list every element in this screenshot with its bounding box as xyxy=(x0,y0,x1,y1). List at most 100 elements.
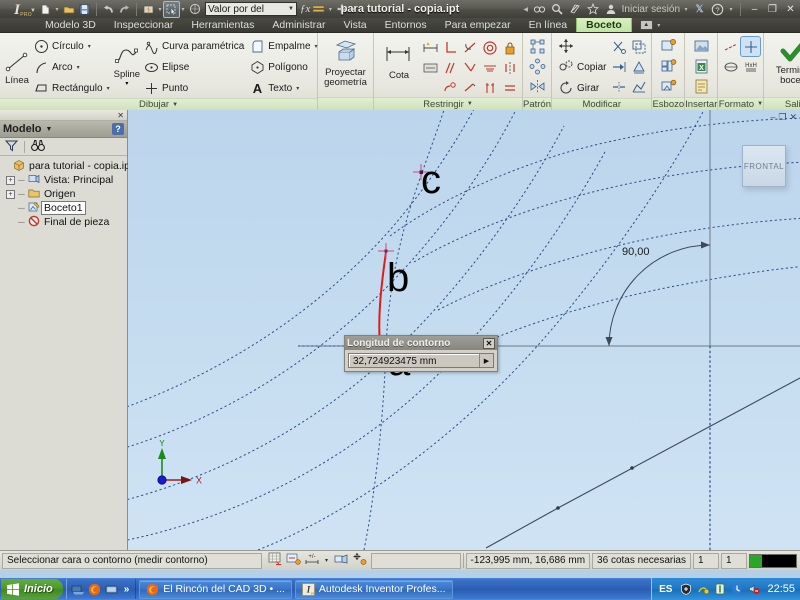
polygon-button[interactable]: Polígono xyxy=(247,57,320,77)
perpendicular-constraint-icon[interactable] xyxy=(440,38,459,57)
redo-button[interactable] xyxy=(117,2,132,17)
arc-button[interactable]: Arco ▾ xyxy=(31,57,113,77)
project-geometry-button[interactable]: Proyectar geometría xyxy=(321,36,370,90)
search-icon[interactable] xyxy=(550,2,565,17)
new-document-button[interactable] xyxy=(38,2,53,17)
point-button[interactable]: Punto xyxy=(141,78,247,98)
sketch-derive-icon[interactable] xyxy=(659,77,678,96)
tab-inspeccionar[interactable]: Inspeccionar xyxy=(105,18,183,32)
defrag-icon[interactable] xyxy=(713,583,726,596)
firefox-icon[interactable] xyxy=(88,582,102,596)
tab-vista[interactable]: Vista xyxy=(334,18,375,32)
tree-node-final-de-pieza[interactable]: ─ Final de pieza xyxy=(2,215,125,229)
chevron-down-icon[interactable]: ▼ xyxy=(172,102,178,108)
tab-en-linea[interactable]: En línea xyxy=(520,18,577,32)
chevron-down-icon[interactable]: ▾ xyxy=(180,6,186,13)
close-button[interactable]: ✕ xyxy=(783,2,798,16)
tab-modelo-3d[interactable]: Modelo 3D xyxy=(36,18,105,32)
taskbar-window-inventor[interactable]: IPRO Autodesk Inventor Profes... xyxy=(294,579,453,599)
appearance-button[interactable] xyxy=(187,2,202,17)
chevron-down-icon[interactable]: ▾ xyxy=(88,43,91,50)
select-mode-button[interactable] xyxy=(163,0,180,18)
fillet-button[interactable]: Empalme ▾ xyxy=(247,36,320,56)
minimize-button[interactable]: – xyxy=(747,2,762,16)
quick-launch-overflow-icon[interactable]: » xyxy=(122,584,132,595)
finish-sketch-button[interactable]: Terminar boceto xyxy=(767,36,800,88)
measure-contour-dialog[interactable]: Longitud de contorno ✕ 32,724923475 mm ▶ xyxy=(344,335,498,372)
circle-button[interactable]: Círculo ▾ xyxy=(31,36,113,56)
open-document-button[interactable] xyxy=(61,2,76,17)
chevron-down-icon[interactable]: ▾ xyxy=(350,6,356,13)
chevron-down-icon[interactable]: ▾ xyxy=(107,85,110,92)
insert-excel-icon[interactable]: X xyxy=(692,57,711,76)
chevron-down-icon[interactable]: ▼ xyxy=(288,6,294,12)
symmetric-constraint-icon[interactable] xyxy=(500,58,519,77)
canvas-close-button[interactable]: ✕ xyxy=(789,112,797,123)
binoculars-icon[interactable] xyxy=(31,139,45,155)
satellite-icon[interactable] xyxy=(568,2,583,17)
canvas-minimize-button[interactable]: – xyxy=(770,112,775,123)
ribbon-minimize-icon[interactable]: ▲ xyxy=(639,20,653,30)
copy-button[interactable]: Copiar xyxy=(555,57,609,77)
ellipse-button[interactable]: Elipse xyxy=(141,57,247,77)
offset-icon[interactable] xyxy=(629,37,648,56)
application-menu-button[interactable]: I ▼ PRO xyxy=(0,0,36,19)
insert-image-icon[interactable] xyxy=(692,37,711,56)
start-button[interactable]: Inicio xyxy=(1,579,63,599)
measurement-field[interactable]: 32,724923475 mm ▶ xyxy=(348,353,494,368)
user-account-icon[interactable] xyxy=(604,2,619,17)
tab-administrar[interactable]: Administrar xyxy=(263,18,334,32)
update-button[interactable] xyxy=(141,2,156,17)
help-icon[interactable]: ? xyxy=(710,2,725,17)
dimension-visibility-icon[interactable] xyxy=(286,552,301,569)
trim-icon[interactable] xyxy=(609,37,628,56)
undo-button[interactable] xyxy=(101,2,116,17)
antivirus-icon[interactable] xyxy=(679,583,692,596)
chevron-down-icon[interactable]: ▾ xyxy=(296,85,299,92)
chevron-down-icon[interactable]: ▾ xyxy=(54,6,60,13)
sign-in-label[interactable]: Iniciar sesión xyxy=(622,4,680,15)
collinear-constraint-icon[interactable] xyxy=(480,58,499,77)
taskbar-clock[interactable]: 22:55 xyxy=(767,583,795,595)
extend-icon[interactable] xyxy=(609,57,628,76)
split-icon[interactable] xyxy=(609,77,628,96)
tab-boceto[interactable]: Boceto xyxy=(576,18,632,32)
browser-close-button[interactable]: ✕ xyxy=(0,110,127,121)
chevron-down-icon[interactable]: ▾ xyxy=(656,22,662,29)
filter-icon[interactable] xyxy=(4,139,19,155)
chevron-down-icon[interactable]: ▾ xyxy=(683,6,689,13)
update-icon[interactable] xyxy=(730,583,743,596)
tangent-constraint-icon[interactable] xyxy=(460,38,479,57)
sketch-canvas[interactable]: – ❐ ✕ 90,00 b c FRONTAL Y X Longitud de … xyxy=(128,110,800,550)
concentric-constraint-icon[interactable] xyxy=(480,38,499,57)
chevron-down-icon[interactable]: ▾ xyxy=(728,6,734,13)
panel-title-restringir[interactable]: Restringir ▼ xyxy=(374,97,522,110)
tolerance-icon[interactable]: +/- xyxy=(304,552,321,569)
chevron-down-icon[interactable]: ▼ xyxy=(467,101,473,107)
restore-button[interactable]: ❐ xyxy=(765,2,780,16)
chevron-down-icon[interactable]: ▾ xyxy=(125,80,128,87)
equal-constraint-icon[interactable] xyxy=(500,78,519,97)
save-document-button[interactable] xyxy=(77,2,92,17)
create-sketch-icon[interactable] xyxy=(659,37,678,56)
material-combo[interactable]: Valor por del ▼ xyxy=(205,2,297,16)
chevron-down-icon[interactable]: ▾ xyxy=(77,64,80,71)
tab-entornos[interactable]: Entornos xyxy=(376,18,436,32)
text-button[interactable]: A Texto ▾ xyxy=(247,78,320,98)
show-desktop-icon[interactable] xyxy=(71,582,85,596)
rectangular-pattern-icon[interactable] xyxy=(528,37,547,56)
chevron-down-icon[interactable]: ▾ xyxy=(324,557,330,564)
driven-dimension-icon[interactable]: HxH xyxy=(741,57,760,76)
select-mode-icon[interactable] xyxy=(352,552,367,569)
favorites-star-icon[interactable] xyxy=(586,2,601,17)
circular-pattern-icon[interactable] xyxy=(528,57,547,76)
canvas-restore-button[interactable]: ❐ xyxy=(778,112,786,123)
tree-node-vista[interactable]: + ─ Vista: Principal xyxy=(2,173,125,187)
material-style-button[interactable] xyxy=(311,2,326,17)
coincident-constraint-icon[interactable] xyxy=(460,58,479,77)
tree-node-origen[interactable]: + ─ Origen xyxy=(2,187,125,201)
parameters-icon[interactable]: ƒx xyxy=(300,3,310,15)
expand-icon[interactable]: + xyxy=(6,189,15,199)
network-shield-icon[interactable] xyxy=(696,583,709,596)
chevron-down-icon[interactable]: ▼ xyxy=(46,126,53,133)
